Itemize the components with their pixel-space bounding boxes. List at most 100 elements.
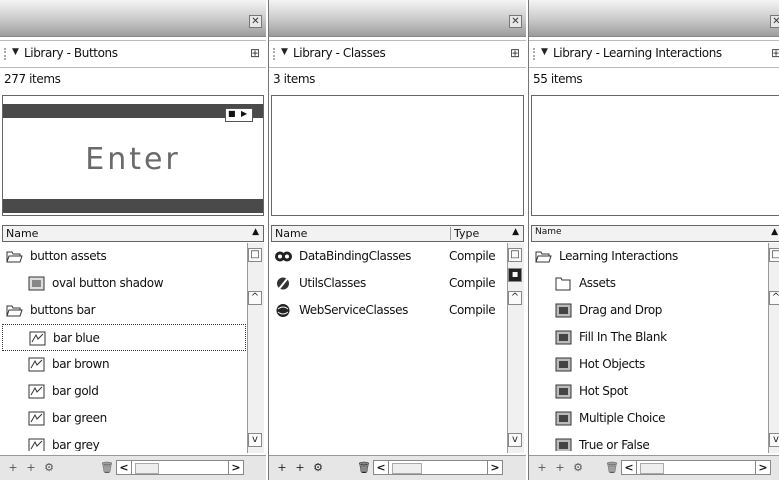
list-item[interactable]: Learning Interactions <box>531 243 765 270</box>
close-icon[interactable]: ✕ <box>509 15 522 28</box>
scroll-down-icon[interactable]: v <box>769 433 779 447</box>
list-item[interactable]: WebServiceClasses Compile <box>271 297 506 324</box>
collapse-arrow-icon[interactable]: ▼ <box>281 47 288 57</box>
sort-arrow-icon[interactable]: ▲ <box>252 227 259 237</box>
properties-icon[interactable]: ⚙ <box>311 461 325 475</box>
library-header[interactable]: ▼ Library - Classes ⊞ <box>269 40 526 68</box>
list-item[interactable]: UtilsClasses Compile <box>271 270 506 297</box>
movieclip-symbol-icon <box>555 303 572 318</box>
scroll-thumb[interactable] <box>640 463 664 474</box>
library-item-list: DataBindingClasses Compile UtilsClasses … <box>271 243 506 451</box>
collapse-arrow-icon[interactable]: ▼ <box>541 47 548 57</box>
delete-icon[interactable]: 🗑 <box>100 461 114 475</box>
scroll-right-icon[interactable]: > <box>487 461 502 474</box>
list-item[interactable]: bar green <box>2 405 246 432</box>
panel-titlebar[interactable]: ✕ <box>269 0 526 37</box>
list-item[interactable]: Assets <box>531 270 765 297</box>
close-icon[interactable]: ✕ <box>770 15 779 28</box>
options-menu-icon[interactable]: ⊞ <box>771 46 779 60</box>
scroll-up-icon[interactable]: ^ <box>769 291 779 305</box>
play-icon[interactable]: ▶ <box>241 109 247 118</box>
horizontal-scrollbar[interactable]: < > <box>373 460 503 475</box>
column-header-name[interactable]: Name <box>6 227 38 240</box>
library-title: Library - Buttons <box>24 46 118 60</box>
scroll-square-icon[interactable]: □ <box>508 248 522 262</box>
scroll-left-icon[interactable]: < <box>622 461 637 474</box>
grip-icon[interactable] <box>533 48 540 60</box>
list-header[interactable]: Name ▲ <box>2 225 264 242</box>
compiled-clip-icon <box>275 251 292 262</box>
item-type: Compile <box>449 249 496 263</box>
list-item[interactable]: Multiple Choice <box>531 405 765 432</box>
sort-arrow-icon[interactable]: ▲ <box>771 227 778 237</box>
horizontal-scrollbar[interactable]: < > <box>621 460 771 475</box>
grip-icon[interactable] <box>273 48 280 60</box>
scroll-down-icon[interactable]: v <box>508 433 522 447</box>
list-item[interactable]: Hot Objects <box>531 351 765 378</box>
list-item[interactable]: Drag and Drop <box>531 297 765 324</box>
scroll-down-icon[interactable]: v <box>248 433 262 447</box>
list-item[interactable]: bar blue <box>2 324 246 351</box>
scroll-right-icon[interactable]: > <box>755 461 770 474</box>
item-type: Compile <box>449 303 496 317</box>
list-item[interactable]: bar grey <box>2 432 246 451</box>
preview-button-label: Enter <box>85 142 181 177</box>
movieclip-symbol-icon <box>555 330 572 345</box>
vertical-scrollbar[interactable]: □ ▪ ^ v <box>507 243 524 453</box>
list-item[interactable]: oval button shadow <box>2 270 246 297</box>
panel-titlebar[interactable]: ✕ <box>529 0 779 37</box>
new-folder-icon[interactable]: + <box>293 461 307 475</box>
options-menu-icon[interactable]: ⊞ <box>510 46 520 60</box>
delete-icon[interactable]: 🗑 <box>605 461 619 475</box>
delete-icon[interactable]: 🗑 <box>357 461 371 475</box>
scroll-left-icon[interactable]: < <box>117 461 132 474</box>
new-folder-icon[interactable]: + <box>553 461 567 475</box>
scroll-thumb[interactable] <box>135 463 159 474</box>
vertical-scrollbar[interactable]: □ ^ v <box>768 243 779 453</box>
button-symbol-icon <box>28 411 45 426</box>
scroll-square-icon[interactable]: ▪ <box>508 268 522 282</box>
vertical-scrollbar[interactable]: □ ^ v <box>247 243 264 453</box>
column-header-name[interactable]: Name <box>275 227 307 240</box>
scroll-right-icon[interactable]: > <box>228 461 243 474</box>
panel-titlebar[interactable]: ✕ <box>0 0 266 37</box>
list-item[interactable]: True or False <box>531 432 765 451</box>
list-header[interactable]: Name ▲ <box>531 225 779 242</box>
folder-closed-icon <box>555 277 571 291</box>
options-menu-icon[interactable]: ⊞ <box>250 46 260 60</box>
library-panel-buttons: ✕ ▼ Library - Buttons ⊞ 277 items ■ ▶ En… <box>0 0 266 480</box>
list-item[interactable]: buttons bar <box>2 297 246 324</box>
library-header[interactable]: ▼ Library - Buttons ⊞ <box>0 40 266 68</box>
column-header-type[interactable]: Type <box>450 227 479 240</box>
movieclip-symbol-icon <box>555 384 572 399</box>
scroll-left-icon[interactable]: < <box>374 461 389 474</box>
new-folder-icon[interactable]: + <box>24 461 38 475</box>
new-symbol-icon[interactable]: + <box>6 461 20 475</box>
scroll-up-icon[interactable]: ^ <box>248 291 262 305</box>
stop-icon[interactable]: ■ <box>228 109 236 118</box>
properties-icon[interactable]: ⚙ <box>42 461 56 475</box>
collapse-arrow-icon[interactable]: ▼ <box>12 47 19 57</box>
list-item[interactable]: bar brown <box>2 351 246 378</box>
list-item[interactable]: Hot Spot <box>531 378 765 405</box>
sort-arrow-icon[interactable]: ▲ <box>512 227 519 237</box>
list-item[interactable]: DataBindingClasses Compile <box>271 243 506 270</box>
list-item[interactable]: button assets <box>2 243 246 270</box>
scroll-up-icon[interactable]: ^ <box>508 291 522 305</box>
list-header[interactable]: Name Type ▲ <box>271 225 524 242</box>
library-header[interactable]: ▼ Library - Learning Interactions ⊞ <box>529 40 779 68</box>
list-item[interactable]: bar gold <box>2 378 246 405</box>
scroll-thumb[interactable] <box>392 463 422 474</box>
properties-icon[interactable]: ⚙ <box>571 461 585 475</box>
close-icon[interactable]: ✕ <box>249 15 262 28</box>
horizontal-scrollbar[interactable]: < > <box>116 460 244 475</box>
list-item[interactable]: Fill In The Blank <box>531 324 765 351</box>
grip-icon[interactable] <box>4 48 11 60</box>
new-symbol-icon[interactable]: + <box>535 461 549 475</box>
column-header-name[interactable]: Name <box>535 227 562 237</box>
item-count: 3 items <box>273 72 316 86</box>
new-symbol-icon[interactable]: + <box>275 461 289 475</box>
folder-open-icon <box>6 251 23 263</box>
scroll-square-icon[interactable]: □ <box>248 248 262 262</box>
scroll-square-icon[interactable]: □ <box>769 248 779 262</box>
